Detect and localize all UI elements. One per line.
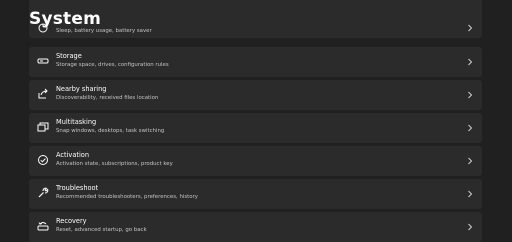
- settings-item-title: Multitasking: [56, 118, 97, 126]
- settings-item-subtitle: Reset, advanced startup, go back: [56, 227, 147, 233]
- settings-item-title: Recovery: [56, 217, 87, 225]
- settings-item-subtitle: Snap windows, desktops, task switching: [56, 128, 165, 134]
- multitasking-icon: [37, 121, 49, 133]
- settings-item-subtitle: Storage space, drives, configuration rul…: [56, 62, 169, 68]
- settings-item-subtitle: Discoverability, received files location: [56, 95, 159, 101]
- chevron-right-icon: [467, 124, 473, 132]
- chevron-right-icon: [467, 190, 473, 198]
- chevron-right-icon: [467, 24, 473, 32]
- settings-item-recovery[interactable]: Recovery Reset, advanced startup, go bac…: [29, 212, 482, 242]
- settings-item-title: Storage: [56, 52, 82, 60]
- settings-item-activation[interactable]: Activation Activation state, subscriptio…: [29, 146, 482, 176]
- settings-item-subtitle: Recommended troubleshooters, preferences…: [56, 194, 198, 200]
- chevron-right-icon: [467, 223, 473, 231]
- chevron-right-icon: [467, 157, 473, 165]
- chevron-right-icon: [467, 91, 473, 99]
- settings-item-multitasking[interactable]: Multitasking Snap windows, desktops, tas…: [29, 113, 482, 143]
- settings-item-title: Troubleshoot: [56, 184, 99, 192]
- settings-item-storage[interactable]: Storage Storage space, drives, configura…: [29, 47, 482, 77]
- settings-item-troubleshoot[interactable]: Troubleshoot Recommended troubleshooters…: [29, 179, 482, 209]
- page-title: System: [29, 9, 102, 29]
- storage-icon: [37, 55, 49, 67]
- settings-item-title: Activation: [56, 151, 90, 159]
- wrench-icon: [37, 187, 49, 199]
- settings-item-subtitle: Activation state, subscriptions, product…: [56, 161, 173, 167]
- settings-item-nearby-sharing[interactable]: Nearby sharing Discoverability, received…: [29, 80, 482, 110]
- recovery-icon: [37, 220, 49, 232]
- activation-icon: [37, 154, 49, 166]
- share-icon: [37, 88, 49, 100]
- chevron-right-icon: [467, 58, 473, 66]
- settings-window: Sleep, battery usage, battery saver Stor…: [0, 0, 512, 242]
- settings-item-title: Nearby sharing: [56, 85, 107, 93]
